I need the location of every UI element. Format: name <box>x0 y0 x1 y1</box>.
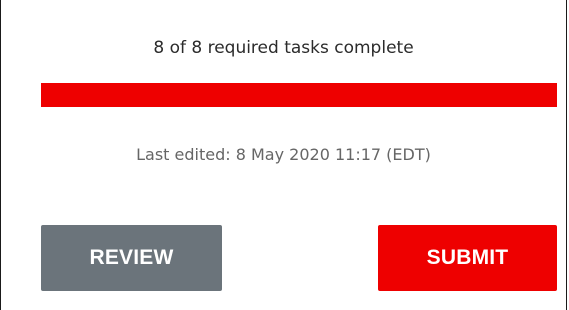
last-edited-text: Last edited: 8 May 2020 11:17 (EDT) <box>136 145 431 164</box>
review-button[interactable]: REVIEW <box>41 225 222 291</box>
progress-status-text: 8 of 8 required tasks complete <box>153 38 414 58</box>
submit-button[interactable]: SUBMIT <box>378 225 557 291</box>
progress-bar-fill <box>41 83 557 107</box>
task-status-panel: 8 of 8 required tasks complete Last edit… <box>0 0 567 310</box>
progress-bar <box>41 83 557 107</box>
